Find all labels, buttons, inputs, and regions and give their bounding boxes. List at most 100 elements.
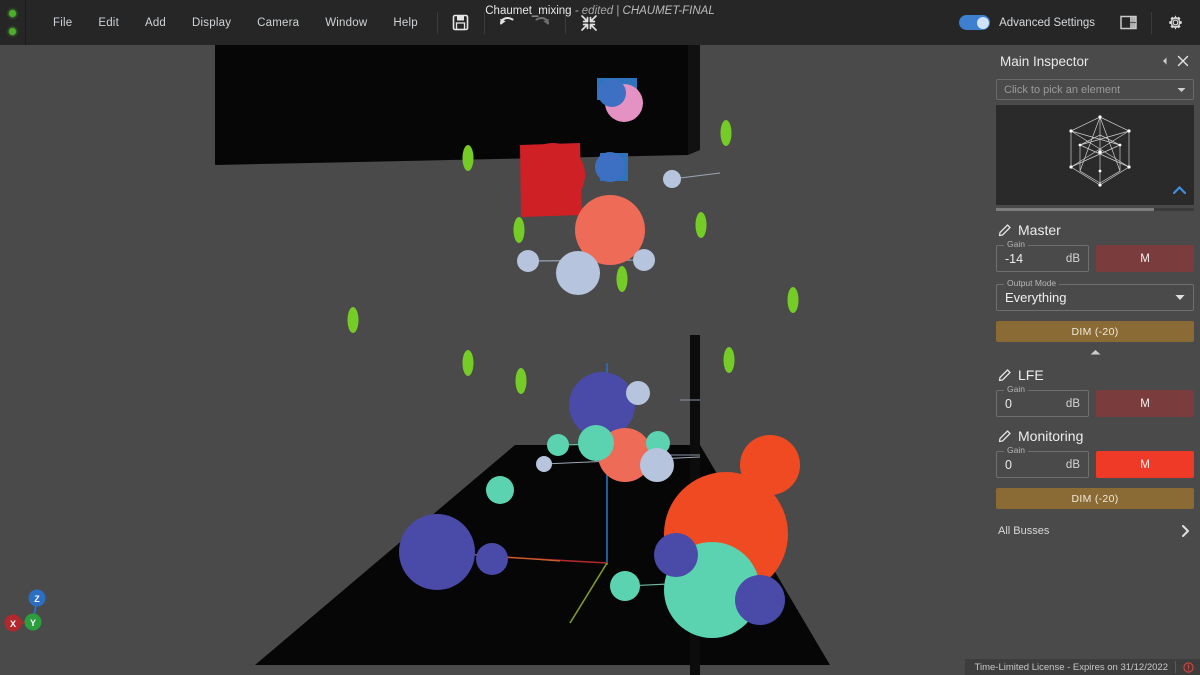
shrink-arrows-icon: [580, 14, 597, 31]
inspector-close-button[interactable]: [1174, 52, 1192, 70]
thumbnail-scrollbar[interactable]: [996, 208, 1194, 211]
menu-item-window[interactable]: Window: [312, 13, 380, 33]
speaker-layout-thumbnail[interactable]: [996, 105, 1194, 205]
pencil-icon[interactable]: [998, 429, 1011, 443]
speaker-marker[interactable]: [616, 266, 628, 292]
menu-item-camera[interactable]: Camera: [244, 13, 312, 33]
section-header-lfe: LFE: [998, 367, 1194, 383]
gear-icon: [1168, 15, 1182, 30]
master-output-mode-select[interactable]: Output Mode Everything: [996, 279, 1194, 311]
sound-object[interactable]: [633, 249, 655, 271]
chevron-right-icon: [1182, 525, 1189, 537]
all-busses-row[interactable]: All Busses: [996, 519, 1194, 543]
panel-layout-button[interactable]: [1113, 9, 1143, 37]
master-gain-legend: Gain: [1004, 240, 1028, 249]
warning-circle-icon[interactable]: [1183, 661, 1194, 673]
sound-object[interactable]: [547, 434, 569, 456]
monitoring-gain-field[interactable]: Gain 0 dB: [996, 446, 1089, 478]
sound-object[interactable]: [517, 250, 539, 272]
element-picker[interactable]: Click to pick an element: [996, 79, 1194, 100]
advanced-settings-label: Advanced Settings: [999, 16, 1095, 29]
status-dot-network: [9, 28, 16, 35]
menu-item-add[interactable]: Add: [132, 13, 179, 33]
chevron-up-icon: [1172, 185, 1187, 195]
axis-gizmo[interactable]: Z X Y: [0, 582, 70, 637]
monitoring-mute-button[interactable]: M: [1096, 451, 1194, 478]
speaker-marker[interactable]: [720, 120, 732, 146]
chevron-left-icon: [1163, 57, 1167, 65]
status-bar: Time-Limited License - Expires on 31/12/…: [964, 659, 1200, 675]
3d-viewport[interactable]: Z X Y: [0, 45, 990, 675]
menu-item-edit[interactable]: Edit: [85, 13, 132, 33]
menu-item-display[interactable]: Display: [179, 13, 244, 33]
lfe-gain-legend: Gain: [1004, 385, 1028, 394]
axis-label-z: Z: [34, 594, 40, 604]
thumbnail-expand-button[interactable]: [1172, 181, 1187, 199]
monitoring-dim-button[interactable]: DIM (-20): [996, 488, 1194, 509]
status-indicators: [0, 0, 26, 45]
sound-object[interactable]: [521, 143, 585, 207]
lfe-gain-field[interactable]: Gain 0 dB: [996, 385, 1089, 417]
advanced-settings-toggle[interactable]: [959, 15, 991, 30]
thumbnail-scrollbar-thumb[interactable]: [996, 208, 1155, 211]
menu-item-help[interactable]: Help: [380, 13, 430, 33]
collapse-view-button[interactable]: [574, 9, 604, 37]
sound-object[interactable]: [735, 575, 785, 625]
section-title-monitoring: Monitoring: [1018, 428, 1084, 444]
sound-object[interactable]: [740, 435, 800, 495]
panel-layout-icon: [1119, 15, 1137, 30]
advanced-settings-toggle-group[interactable]: Advanced Settings: [959, 15, 1095, 30]
sound-object[interactable]: [654, 533, 698, 577]
master-dim-button[interactable]: DIM (-20): [996, 321, 1194, 342]
sound-object[interactable]: [640, 448, 674, 482]
redo-icon: [535, 17, 550, 25]
lfe-mute-button[interactable]: M: [1096, 390, 1194, 417]
speaker-marker[interactable]: [723, 347, 735, 373]
sound-object[interactable]: [663, 170, 681, 188]
sound-object[interactable]: [476, 543, 508, 575]
settings-button[interactable]: [1160, 9, 1190, 37]
toolbar-divider-2: [483, 11, 485, 34]
monitoring-gain-value: 0: [1005, 457, 1012, 472]
master-gain-unit: dB: [1065, 252, 1080, 265]
speaker-layout-wireframe: [1069, 115, 1131, 187]
pencil-icon[interactable]: [998, 223, 1011, 237]
sound-object[interactable]: [626, 381, 650, 405]
inspector-collapse-button[interactable]: [1156, 52, 1174, 70]
status-dot-engine: [9, 10, 16, 17]
toolbar-divider-4: [1151, 11, 1152, 34]
section-header-monitoring: Monitoring: [998, 428, 1194, 444]
sound-object[interactable]: [536, 456, 552, 472]
sound-object[interactable]: [556, 251, 600, 295]
menu-item-file[interactable]: File: [40, 13, 85, 33]
section-header-master: Master: [998, 222, 1194, 238]
save-button[interactable]: [446, 9, 476, 37]
master-gain-row: Gain -14 dB M: [996, 240, 1194, 272]
speaker-marker[interactable]: [515, 368, 527, 394]
master-gain-field[interactable]: Gain -14 dB: [996, 240, 1089, 272]
monitoring-gain-legend: Gain: [1004, 446, 1028, 455]
master-mute-button[interactable]: M: [1096, 245, 1194, 272]
pencil-icon[interactable]: [998, 368, 1011, 382]
redo-button[interactable]: [527, 9, 557, 37]
speaker-marker[interactable]: [462, 350, 474, 376]
toolbar-divider: [436, 11, 438, 34]
speaker-marker[interactable]: [787, 287, 799, 313]
sound-object[interactable]: [595, 152, 625, 182]
master-output-mode-value: Everything: [1005, 290, 1067, 305]
sound-object[interactable]: [578, 425, 614, 461]
undo-button[interactable]: [493, 9, 523, 37]
sound-object[interactable]: [610, 571, 640, 601]
sound-object[interactable]: [486, 476, 514, 504]
status-divider: [1175, 661, 1176, 673]
speaker-marker[interactable]: [513, 217, 525, 243]
master-collapse-row[interactable]: [996, 349, 1194, 356]
axis-label-y: Y: [30, 618, 36, 628]
inspector-sections: Master Gain -14 dB M Output Mode Everyth…: [990, 211, 1200, 675]
sound-object[interactable]: [598, 79, 626, 107]
speaker-marker[interactable]: [462, 145, 474, 171]
speaker-marker[interactable]: [347, 307, 359, 333]
sound-object[interactable]: [399, 514, 475, 590]
viewport-scene[interactable]: [0, 45, 990, 675]
speaker-marker[interactable]: [695, 212, 707, 238]
